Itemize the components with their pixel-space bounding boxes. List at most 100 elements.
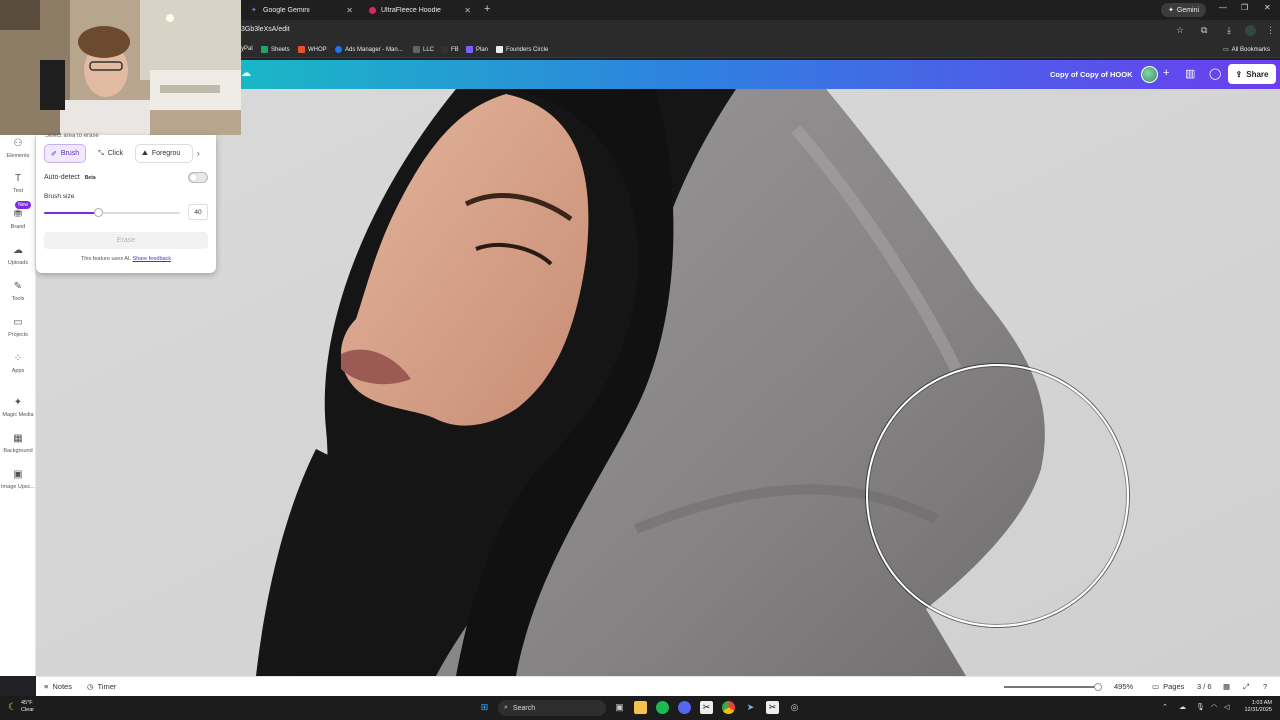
gemini-button[interactable]: ✦ Gemini — [1161, 3, 1207, 17]
bookmark-label: LLC — [423, 46, 435, 53]
discord-icon[interactable] — [678, 701, 691, 714]
system-clock[interactable]: 1:03 AM 12/31/2025 — [1236, 700, 1272, 714]
brush-mode-button[interactable]: ✐ Brush — [44, 144, 87, 163]
erase-button[interactable]: Erase — [44, 232, 208, 249]
close-tab-icon[interactable]: ✕ — [464, 6, 471, 15]
taskbar-search[interactable]: ⌕ Search — [498, 700, 606, 716]
folder-icon — [413, 46, 420, 53]
bookmark-item[interactable]: Ads Manager - Man... — [335, 46, 403, 53]
share-button[interactable]: ⇪ Share — [1228, 64, 1276, 84]
foreground-icon: ⛰ — [141, 149, 148, 157]
pages-button[interactable]: ▭ Pages — [1152, 682, 1184, 691]
profile-avatar[interactable] — [1245, 25, 1256, 36]
weather-widget[interactable]: ☾ 45°F Clear — [8, 700, 34, 714]
rail-item-text[interactable]: T Text — [0, 173, 36, 194]
new-tab-button[interactable]: + — [484, 3, 490, 15]
close-tab-icon[interactable]: ✕ — [346, 6, 353, 15]
spotify-icon[interactable] — [656, 701, 669, 714]
mode-label: Foregrou — [151, 150, 181, 157]
grid-view-icon[interactable]: ▦ — [1223, 682, 1230, 691]
bookmark-item[interactable]: Founders Circle — [496, 46, 548, 53]
webcam-overlay — [0, 0, 241, 135]
brush-size-slider-thumb[interactable] — [94, 208, 104, 217]
app-icon[interactable]: ◎ — [788, 701, 801, 714]
zoom-slider-thumb[interactable] — [1094, 683, 1103, 691]
windows-start-icon[interactable]: ⊞ — [478, 701, 491, 714]
minimize-icon[interactable]: — — [1219, 3, 1227, 12]
help-icon[interactable]: ? — [1263, 682, 1267, 691]
extensions-icon[interactable]: ⧉ — [1201, 25, 1207, 36]
bottom-bar: ≡ Notes ◷ Timer 495% ▭ Pages 3 / 6 ▦ ⤢ ? — [36, 676, 1280, 696]
zoom-slider[interactable] — [1004, 683, 1103, 691]
rail-label: Magic Media — [2, 412, 34, 418]
fullscreen-icon[interactable]: ⤢ — [1243, 682, 1249, 692]
browser-menu-icon[interactable]: ⋮ — [1266, 25, 1275, 36]
image-upscaler-icon: ▣ — [13, 469, 23, 480]
rail-item-apps[interactable]: ⁘ Apps — [0, 353, 36, 374]
brush-size-slider[interactable] — [44, 208, 180, 217]
bookmark-item[interactable]: yPal — [241, 46, 253, 52]
foreground-mode-button[interactable]: ⛰ Foregrou — [134, 144, 193, 163]
tab-ultrafleece-hoodie[interactable]: UltraFleece Hoodie ✕ — [361, 2, 479, 18]
rail-item-uploads[interactable]: ☁ Uploads — [0, 245, 36, 266]
wifi-icon[interactable]: ◠ — [1211, 703, 1217, 711]
notes-label: Notes — [52, 682, 72, 691]
capcut-alt-icon[interactable]: ✂ — [766, 701, 779, 714]
bookmark-item[interactable]: FB — [441, 46, 459, 53]
add-collaborator-icon[interactable]: + — [1163, 67, 1169, 79]
close-window-icon[interactable]: ✕ — [1264, 3, 1271, 12]
task-view-icon[interactable]: ▣ — [613, 701, 626, 714]
download-icon[interactable]: ⤓ — [1227, 25, 1231, 36]
auto-detect-toggle[interactable] — [188, 172, 208, 183]
tab-google-gemini[interactable]: ✦ Google Gemini ✕ — [243, 2, 361, 18]
plan-icon — [466, 46, 473, 53]
document-title[interactable]: Copy of Copy of HOOK — [1050, 70, 1133, 79]
file-explorer-icon[interactable] — [634, 701, 647, 714]
star-icon — [441, 46, 448, 53]
collaborator-avatar[interactable] — [1141, 66, 1158, 83]
bookmark-item[interactable]: WHOP — [298, 46, 327, 53]
capcut-icon[interactable]: ✂ — [700, 701, 713, 714]
bookmark-item[interactable]: Sheets — [261, 46, 290, 53]
volume-icon[interactable]: ◁ — [1224, 703, 1229, 711]
chrome-icon[interactable] — [722, 701, 735, 714]
all-bookmarks[interactable]: ▭ All Bookmarks — [1223, 46, 1270, 54]
url-field[interactable]: 3Gb3leXsA/edit — [241, 26, 290, 33]
apps-icon: ⁘ — [13, 353, 23, 364]
bookmark-label: FB — [451, 46, 459, 53]
brush-size-input[interactable]: 40 — [188, 204, 208, 220]
microphone-icon[interactable]: 🎙︎ — [1196, 703, 1205, 711]
insights-chart-icon[interactable]: ▥ — [1185, 67, 1195, 80]
share-feedback-link[interactable]: Share feedback — [133, 256, 172, 262]
auto-detect-label: Auto-detect — [44, 174, 80, 181]
tray-overflow-icon[interactable]: ⌃ — [1162, 703, 1168, 711]
rail-label: Uploads — [7, 260, 29, 266]
steam-icon[interactable]: ➤ — [744, 701, 757, 714]
timer-button[interactable]: ◷ Timer — [87, 682, 116, 691]
onedrive-icon[interactable]: ☁ — [1179, 703, 1186, 711]
rail-label: Image Upsc... — [1, 484, 35, 490]
ai-note-text: This feature uses AI. — [80, 256, 132, 262]
notes-button[interactable]: ≡ Notes — [44, 682, 72, 691]
elements-icon: ⚇ — [13, 138, 23, 149]
comments-icon[interactable]: ◯ — [1209, 67, 1221, 80]
click-mode-button[interactable]: ⤡ Click — [92, 144, 129, 163]
rail-item-elements[interactable]: ⚇ Elements — [0, 138, 36, 159]
chevron-right-icon[interactable]: › — [197, 149, 200, 158]
rail-item-magic-media[interactable]: ✦ Magic Media — [0, 397, 36, 418]
rail-item-brand[interactable]: ⛃ Brand — [0, 209, 36, 230]
beta-badge: Beta — [84, 174, 96, 181]
bookmark-item[interactable]: Plan — [466, 46, 488, 53]
bookmark-star-icon[interactable]: ☆ — [1176, 25, 1184, 36]
maximize-icon[interactable]: ❐ — [1241, 3, 1248, 12]
zoom-level[interactable]: 495% — [1114, 682, 1133, 691]
design-canvas[interactable] — [36, 89, 1280, 676]
bookmark-item[interactable]: LLC — [413, 46, 434, 53]
rail-item-tools[interactable]: ✎ Tools — [0, 281, 36, 302]
windows-taskbar: ☾ 45°F Clear ⊞ ⌕ Search ▣ ✂ ➤ ✂ ◎ ⌃ ☁ 🎙︎… — [0, 696, 1280, 720]
rail-item-image-upscaler[interactable]: ▣ Image Upsc... — [0, 469, 36, 490]
timer-icon: ◷ — [87, 682, 94, 691]
rail-item-background[interactable]: ▦ Background — [0, 433, 36, 454]
rail-item-projects[interactable]: ▭ Projects — [0, 317, 36, 338]
founders-circle-icon — [496, 46, 503, 53]
